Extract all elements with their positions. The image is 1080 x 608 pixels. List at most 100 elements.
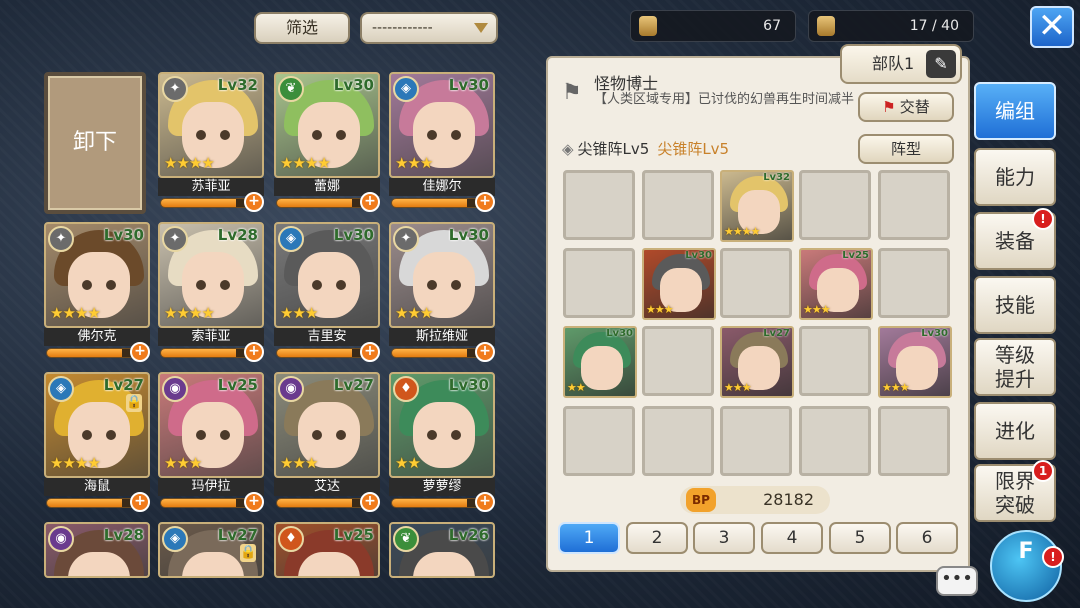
resource-counter-1: 67: [630, 10, 796, 42]
chat-button[interactable]: •••: [936, 566, 978, 596]
character-level: Lv27: [217, 526, 258, 544]
character-card[interactable]: ◈ Lv30 ★★★ 佳娜尔 +: [389, 72, 495, 214]
flag-icon: ⚑: [562, 80, 582, 105]
add-exp-button[interactable]: +: [475, 492, 495, 512]
formation-slot[interactable]: [563, 248, 635, 318]
character-level: Lv25: [217, 376, 258, 394]
character-level: Lv32: [217, 76, 258, 94]
portrait-eye: [451, 280, 461, 290]
sort-dropdown[interactable]: ------------: [360, 12, 498, 44]
formation-slot[interactable]: [878, 248, 950, 318]
exp-bar: [160, 498, 250, 508]
portrait-eye: [82, 280, 92, 290]
character-card[interactable]: ◈ Lv27 🔒 ★★★★ 海鼠 +: [44, 372, 150, 514]
wind-element-icon: ✦: [162, 76, 188, 102]
side-tab-5[interactable]: 进化: [974, 402, 1056, 460]
formation-name: 尖锥阵Lv5: [577, 140, 650, 158]
character-portrait: ❦ Lv26: [389, 522, 495, 578]
character-card[interactable]: ❦ Lv30 ★★★★ 蕾娜 +: [274, 72, 380, 214]
formation-unit[interactable]: Lv32 ★★★★: [720, 170, 794, 242]
side-tab-label: 编组: [995, 99, 1035, 123]
character-card[interactable]: ◈ Lv27 🔒: [158, 522, 264, 578]
character-card[interactable]: ❦ Lv26: [389, 522, 495, 578]
formation-unit[interactable]: Lv30 ★★: [563, 326, 637, 398]
team-page-4-button[interactable]: 4: [761, 522, 823, 554]
add-exp-button[interactable]: +: [130, 342, 150, 362]
formation-unit[interactable]: Lv25 ★★★: [799, 248, 873, 320]
formation-button[interactable]: 阵型: [858, 134, 954, 164]
side-tab-3[interactable]: 技能: [974, 276, 1056, 334]
team-tab[interactable]: 部队1 ✎: [840, 44, 962, 84]
exp-bar-fill: [277, 349, 352, 357]
star-rating: ★★★: [164, 454, 202, 472]
character-card[interactable]: ✦ Lv30 ★★★★ 佛尔克 +: [44, 222, 150, 364]
character-portrait: ◈ Lv27 🔒 ★★★★: [44, 372, 150, 478]
add-exp-button[interactable]: +: [244, 492, 264, 512]
add-exp-button[interactable]: +: [360, 492, 380, 512]
formation-slot[interactable]: [878, 406, 950, 476]
close-button[interactable]: ✕: [1030, 6, 1074, 48]
side-tab-0[interactable]: 编组: [974, 82, 1056, 140]
team-page-1-button[interactable]: 1: [558, 522, 620, 554]
filter-button[interactable]: 筛选: [254, 12, 350, 44]
character-card[interactable]: ◉ Lv25 ★★★ 玛伊拉 +: [158, 372, 264, 514]
swap-button[interactable]: ⚑ 交替: [858, 92, 954, 122]
portrait-eye: [82, 430, 92, 440]
formation-slot[interactable]: [799, 170, 871, 240]
formation-slot[interactable]: [720, 248, 792, 318]
formation-slot[interactable]: [799, 326, 871, 396]
fire-element-icon: ♦: [393, 376, 419, 402]
add-exp-button[interactable]: +: [130, 492, 150, 512]
formation-slot[interactable]: [642, 170, 714, 240]
dark-element-icon: ◉: [48, 526, 74, 552]
formation-slot[interactable]: [720, 406, 792, 476]
formation-slot[interactable]: [642, 406, 714, 476]
character-card[interactable]: ♦ Lv25: [274, 522, 380, 578]
unit-face: [581, 346, 623, 390]
character-card[interactable]: ♦ Lv30 ★★ 萝萝缪 +: [389, 372, 495, 514]
character-card[interactable]: ✦ Lv28 ★★★★ 索菲亚 +: [158, 222, 264, 364]
add-exp-button[interactable]: +: [244, 342, 264, 362]
formation-unit[interactable]: Lv30 ★★★: [878, 326, 952, 398]
resource-icon: [639, 16, 657, 36]
exp-bar: [276, 198, 366, 208]
formation-slot[interactable]: [878, 170, 950, 240]
formation-info: ◈ 尖锥阵Lv5 尖锥阵Lv5: [562, 138, 729, 159]
character-level: Lv28: [217, 226, 258, 244]
sort-dropdown-value: ------------: [372, 20, 433, 36]
side-tab-1[interactable]: 能力: [974, 148, 1056, 206]
team-page-5-button[interactable]: 5: [829, 522, 891, 554]
unload-card[interactable]: 卸下: [44, 72, 146, 214]
formation-slot[interactable]: [642, 326, 714, 396]
formation-unit[interactable]: Lv27 ★★★: [720, 326, 794, 398]
add-exp-button[interactable]: +: [475, 342, 495, 362]
add-exp-button[interactable]: +: [244, 192, 264, 212]
team-page-2-button[interactable]: 2: [626, 522, 688, 554]
bp-value: 28182: [763, 490, 814, 509]
formation-slot[interactable]: [563, 406, 635, 476]
add-exp-button[interactable]: +: [475, 192, 495, 212]
character-card[interactable]: ◉ Lv27 ★★★ 艾达 +: [274, 372, 380, 514]
team-page-3-button[interactable]: 3: [693, 522, 755, 554]
unit-capacity-counter: 17 / 40: [808, 10, 974, 42]
character-card[interactable]: ◈ Lv30 ★★★ 吉里安 +: [274, 222, 380, 364]
character-card[interactable]: ◉ Lv28: [44, 522, 150, 578]
character-card[interactable]: ✦ Lv30 ★★★ 斯拉维娅 +: [389, 222, 495, 364]
add-exp-button[interactable]: +: [360, 342, 380, 362]
edit-pen-icon[interactable]: ✎: [926, 50, 956, 78]
portrait-eye: [427, 280, 437, 290]
exp-bar: [160, 198, 250, 208]
unit-stars: ★★★: [646, 303, 674, 316]
side-tab-4[interactable]: 等级 提升: [974, 338, 1056, 396]
star-rating: ★★: [395, 454, 421, 472]
unit-stars: ★★★: [803, 303, 831, 316]
team-page-6-button[interactable]: 6: [896, 522, 958, 554]
add-exp-button[interactable]: +: [360, 192, 380, 212]
formation-slot[interactable]: [799, 406, 871, 476]
formation-slot[interactable]: [563, 170, 635, 240]
character-card[interactable]: ✦ Lv32 ★★★★ 苏菲亚 +: [158, 72, 264, 214]
formation-unit[interactable]: Lv30 ★★★: [642, 248, 716, 320]
exp-bar: [46, 348, 136, 358]
leader-skill-desc: 【人类区域专用】已讨伐的幻兽再生时间减半: [594, 92, 855, 107]
exp-bar: [160, 348, 250, 358]
